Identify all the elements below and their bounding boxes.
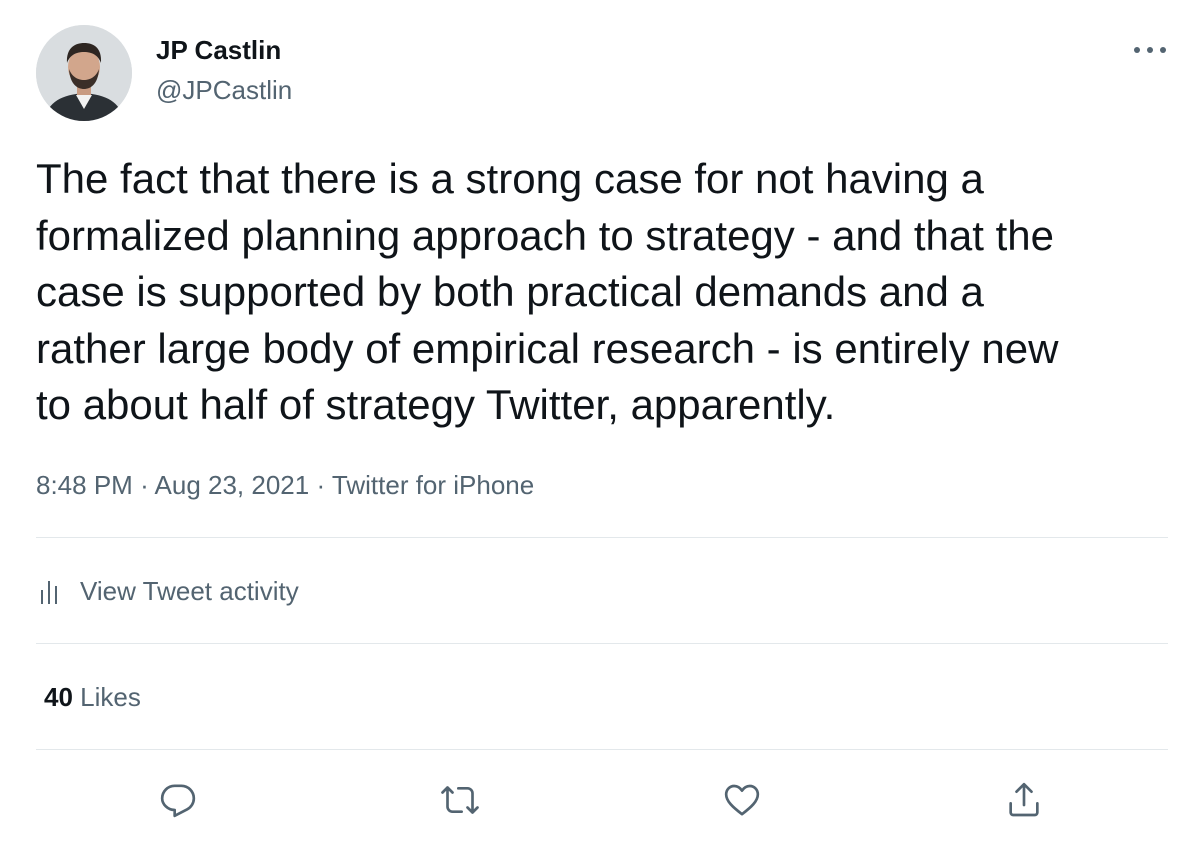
- more-options-button[interactable]: [1128, 38, 1172, 62]
- view-tweet-activity-label: View Tweet activity: [80, 576, 299, 606]
- retweet-button[interactable]: [436, 776, 484, 824]
- tweet-time[interactable]: 8:48 PM: [36, 470, 133, 500]
- tweet-date[interactable]: Aug 23, 2021: [155, 470, 310, 500]
- avatar-photo-icon: [36, 25, 132, 121]
- reply-button[interactable]: [154, 776, 202, 824]
- tweet-source[interactable]: Twitter for iPhone: [332, 470, 534, 500]
- author-handle[interactable]: @JPCastlin: [156, 72, 292, 108]
- likes-stat[interactable]: 40 Likes: [44, 679, 141, 715]
- reply-icon: [160, 784, 196, 818]
- tweet-meta: 8:48 PM · Aug 23, 2021 · Twitter for iPh…: [36, 467, 534, 503]
- share-icon: [1009, 782, 1039, 817]
- view-tweet-activity-link[interactable]: View Tweet activity: [36, 571, 299, 611]
- retweet-icon: [441, 786, 479, 814]
- bar-chart-icon: [41, 581, 57, 604]
- like-button[interactable]: [718, 776, 766, 824]
- divider: [36, 749, 1168, 750]
- more-dots-icon: [1134, 47, 1166, 53]
- heart-icon: [724, 784, 760, 816]
- share-button[interactable]: [1000, 776, 1048, 824]
- meta-separator: ·: [140, 470, 149, 500]
- divider: [36, 643, 1168, 644]
- likes-label: Likes: [80, 682, 141, 712]
- divider: [36, 537, 1168, 538]
- tweet-text: The fact that there is a strong case for…: [36, 155, 1059, 428]
- author-name[interactable]: JP Castlin: [156, 32, 281, 68]
- meta-separator: ·: [316, 470, 326, 500]
- tweet-card: JP Castlin @JPCastlin The fact that ther…: [0, 0, 1196, 854]
- avatar[interactable]: [36, 25, 132, 121]
- likes-count: 40: [44, 682, 73, 712]
